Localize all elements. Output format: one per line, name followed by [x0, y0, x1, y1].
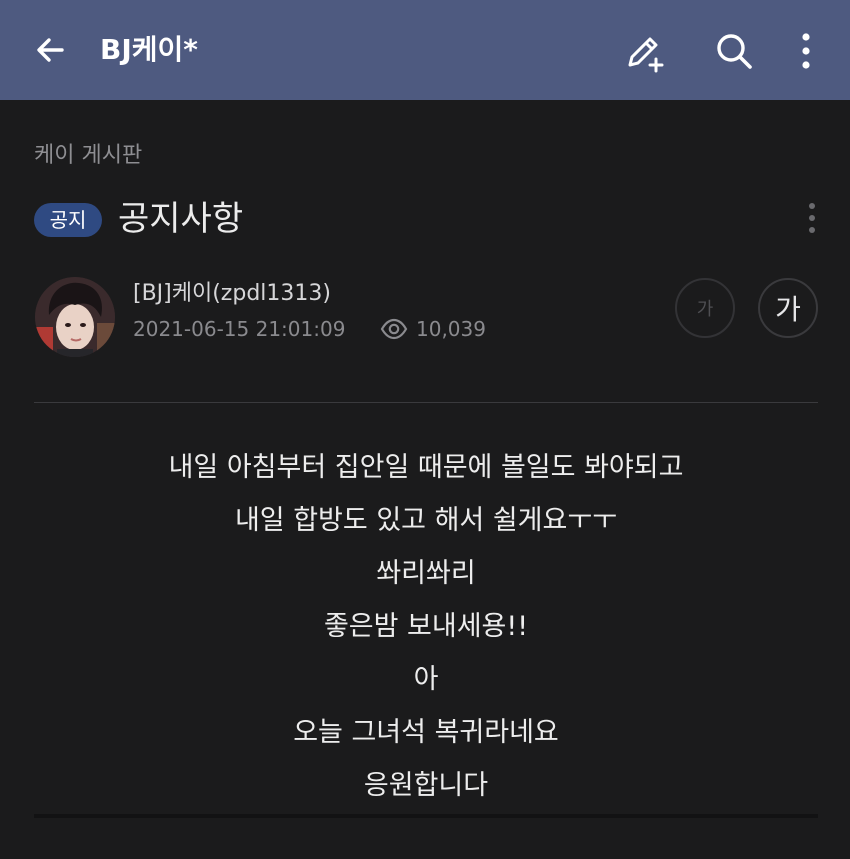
avatar-image [35, 277, 115, 357]
font-small-label: 가 [696, 299, 714, 320]
board-name-link[interactable]: 케이 게시판 [34, 140, 142, 172]
write-post-button[interactable] [621, 28, 667, 74]
body-line: 좋은밤 보내세용!! [323, 611, 529, 642]
view-count: 10,039 [416, 317, 486, 341]
top-app-bar: BJ케이* [0, 0, 850, 100]
author-avatar[interactable] [35, 277, 115, 357]
body-line: 쏴리쏴리 [376, 558, 476, 589]
back-button[interactable] [28, 28, 72, 72]
body-line: 아 [413, 664, 439, 695]
font-size-decrease-button[interactable]: 가 [675, 278, 735, 338]
body-line: 내일 합방도 있고 해서 쉴게요ㅜㅜ [234, 505, 618, 536]
app-root: BJ케이* 케이 게시판 공지 공지사항 [BJ]케이(zpdl1313) 20… [0, 0, 850, 859]
more-menu-button[interactable] [783, 28, 829, 74]
font-size-increase-button[interactable]: 가 [758, 278, 818, 338]
font-large-label: 가 [775, 293, 801, 326]
body-line: 내일 아침부터 집안일 때문에 볼일도 봐야되고 [168, 452, 684, 483]
post-date: 2021-06-15 21:01:09 [133, 317, 346, 341]
back-arrow-icon [37, 38, 64, 62]
author-name[interactable]: [BJ]케이(zpdl1313) [133, 278, 331, 310]
post-body: 내일 아침부터 집안일 때문에 볼일도 봐야되고 내일 합방도 있고 해서 쉴게… [34, 446, 818, 817]
notice-badge: 공지 [34, 203, 102, 237]
body-line: 오늘 그녀석 복귀라네요 [293, 717, 559, 748]
header-divider [34, 402, 818, 403]
cafe-title: BJ케이* [100, 33, 198, 66]
search-button[interactable] [711, 28, 757, 74]
post-more-button[interactable] [798, 198, 826, 238]
body-line: 응원합니다 [363, 770, 489, 801]
more-vert-icon [809, 203, 815, 233]
content-bottom-edge [34, 814, 818, 818]
write-icon [628, 37, 664, 73]
more-vert-icon [802, 33, 810, 69]
search-icon [717, 34, 752, 69]
eye-icon [380, 318, 408, 340]
post-title: 공지사항 [118, 199, 244, 239]
